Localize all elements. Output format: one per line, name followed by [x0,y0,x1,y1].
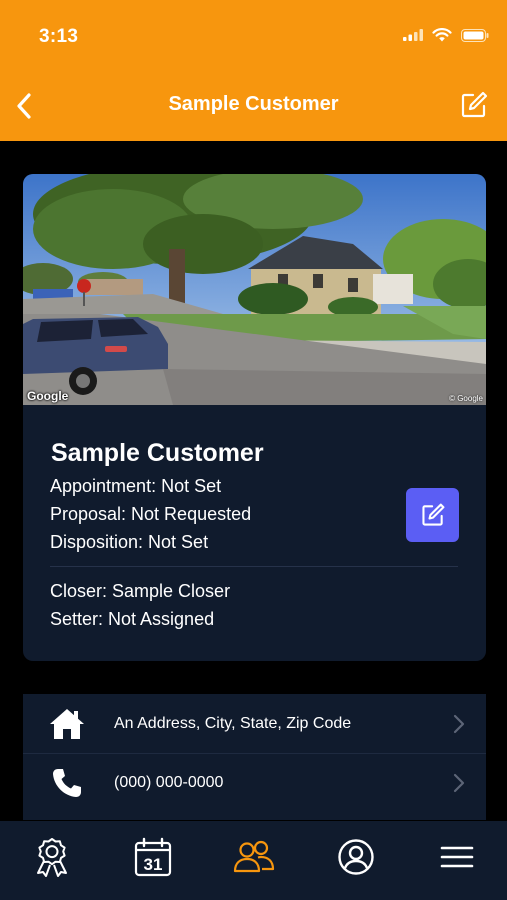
edit-square-icon [421,503,444,526]
signal-icon [403,29,423,41]
tab-menu[interactable] [435,835,479,879]
calendar-icon: 31 [134,837,172,877]
wifi-icon [432,28,452,42]
people-icon [233,840,275,873]
menu-icon [440,846,474,868]
status-time: 3:13 [39,26,79,47]
page-title: Sample Customer [168,93,339,115]
appointment-status: Appointment: Not Set [50,476,222,496]
address-text: An Address, City, State, Zip Code [114,715,352,732]
setter-info: Setter: Not Assigned [50,609,215,629]
contact-list: An Address, City, State, Zip Code (000) … [23,694,486,820]
calendar-day-label: 31 [144,855,163,874]
user-circle-icon [338,839,374,875]
edit-square-icon [461,91,488,118]
street-view-photo[interactable]: Google © Google [23,174,486,405]
bottom-tab-bar: 31 [0,821,507,900]
tab-awards[interactable] [30,835,74,879]
customer-name: Sample Customer [51,439,264,467]
phone-text: (000) 000-0000 [114,774,224,791]
header-bar: 3:13 Sample Customer [0,0,507,141]
copyright-text: © Google [449,394,483,403]
address-row[interactable]: An Address, City, State, Zip Code [23,695,486,753]
google-watermark: Google [27,389,69,403]
status-icons [403,28,489,42]
phone-row[interactable]: (000) 000-0000 [23,754,486,812]
customer-card: Google © Google Sample Customer Appointm… [23,174,486,661]
proposal-status: Proposal: Not Requested [50,504,252,524]
tab-profile[interactable] [334,835,378,879]
award-ribbon-icon [37,838,67,877]
home-icon [49,706,85,742]
header-edit-button[interactable] [459,90,489,120]
chevron-right-icon [453,714,465,734]
chevron-right-icon [453,773,465,793]
tab-customers[interactable] [232,835,276,879]
closer-info: Closer: Sample Closer [50,581,231,601]
disposition-status: Disposition: Not Set [50,532,209,552]
card-divider [50,566,458,567]
battery-icon [461,28,489,42]
tab-calendar[interactable]: 31 [131,835,175,879]
edit-status-button[interactable] [406,488,459,542]
phone-icon [49,765,85,801]
